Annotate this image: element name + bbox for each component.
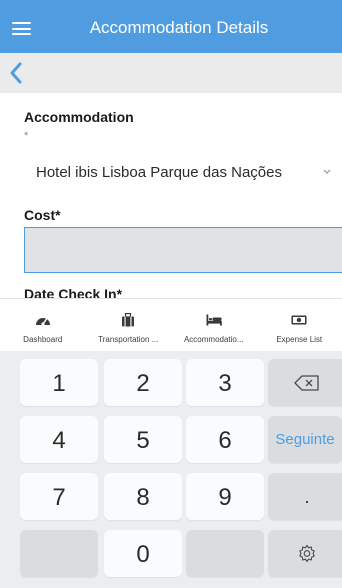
cost-input[interactable]: [24, 227, 342, 273]
key-1[interactable]: 1: [20, 359, 98, 406]
page-title: Accommodation Details: [89, 18, 269, 37]
key-9[interactable]: 9: [186, 473, 264, 520]
back-bar: [0, 53, 342, 93]
accommodation-select-value: Hotel ibis Lisboa Parque das Nações: [36, 164, 282, 181]
suitcase-icon: [122, 313, 135, 327]
tab-label: Dashboard: [23, 335, 63, 344]
key-3[interactable]: 3: [186, 359, 264, 406]
tab-accommodation[interactable]: Accommodatio...: [171, 299, 257, 351]
blank-key[interactable]: [186, 530, 264, 577]
accommodation-select[interactable]: Hotel ibis Lisboa Parque das Nações: [24, 155, 342, 191]
tab-label: Transportation ...: [98, 335, 159, 344]
accommodation-form: Accommodation * Hotel ibis Lisboa Parque…: [0, 93, 342, 298]
accommodation-label: Accommodation: [24, 109, 134, 125]
next-key[interactable]: Seguinte: [268, 416, 342, 463]
key-7[interactable]: 7: [20, 473, 98, 520]
key-2[interactable]: 2: [104, 359, 182, 406]
required-mark: *: [24, 130, 29, 142]
cost-label: Cost*: [24, 207, 61, 223]
tab-label: Accommodatio...: [183, 335, 244, 344]
chevron-down-icon: [323, 169, 331, 174]
app-header: Accommodation Details: [0, 0, 342, 53]
tab-dashboard[interactable]: Dashboard: [0, 299, 86, 351]
tab-expense-list[interactable]: Expense List: [257, 299, 342, 351]
settings-key[interactable]: [268, 530, 342, 577]
dot-key[interactable]: .: [268, 473, 342, 520]
checkin-label: Date Check In*: [24, 286, 123, 298]
blank-key[interactable]: [20, 530, 98, 577]
dashboard-gauge-icon: [35, 318, 50, 326]
bottom-tab-bar: Dashboard Transportation ... Accommodati…: [0, 298, 342, 351]
key-4[interactable]: 4: [20, 416, 98, 463]
backspace-key[interactable]: [268, 359, 342, 406]
chevron-left-icon[interactable]: [8, 61, 24, 85]
key-8[interactable]: 8: [104, 473, 182, 520]
tab-label: Expense List: [276, 335, 323, 344]
bed-icon: [206, 314, 222, 326]
numeric-keyboard: 1 2 3 4 5 6 Seguinte 7 8 9 . 0: [0, 351, 342, 588]
gear-icon: [299, 544, 315, 562]
tab-transportation[interactable]: Transportation ...: [86, 299, 172, 351]
money-icon: [291, 315, 307, 325]
key-6[interactable]: 6: [186, 416, 264, 463]
key-0[interactable]: 0: [104, 530, 182, 577]
key-5[interactable]: 5: [104, 416, 182, 463]
backspace-icon: [294, 374, 319, 391]
